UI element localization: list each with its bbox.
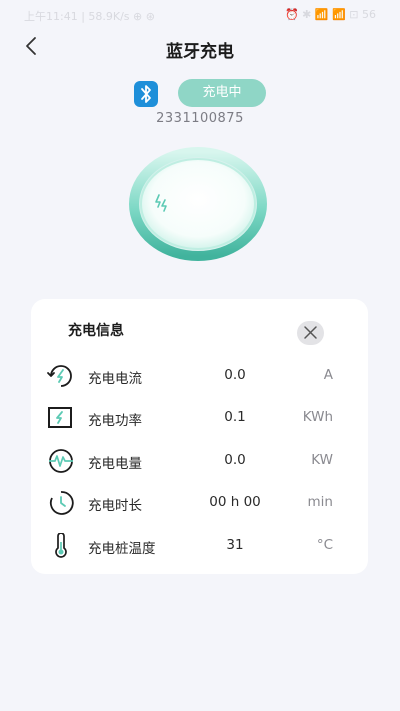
row-value: 0.0 bbox=[224, 452, 246, 468]
row-unit: KW bbox=[311, 452, 333, 468]
device-id: 2331100875 bbox=[156, 111, 244, 126]
bluetooth-icon bbox=[134, 81, 158, 107]
charging-ring bbox=[128, 145, 268, 263]
row-label: 充电电量 bbox=[88, 456, 142, 472]
row-value: 31 bbox=[226, 537, 244, 553]
close-icon bbox=[304, 326, 317, 339]
power-icon bbox=[45, 405, 77, 431]
row-value: 0.1 bbox=[224, 409, 246, 425]
row-unit: °C bbox=[316, 537, 333, 553]
card-title: 充电信息 bbox=[68, 323, 124, 339]
row-unit: min bbox=[307, 494, 333, 510]
row-value: 00 h 00 bbox=[209, 494, 261, 510]
info-row-energy: 充电电量 0.0 KW bbox=[0, 446, 400, 476]
status-bar: 上午11:41 | 58.9K/s ⊕ ⊛ ⏰ ✱ 📶 📶 ⊡ 56 bbox=[0, 0, 400, 30]
charging-status-badge: 充电中 bbox=[178, 79, 266, 107]
info-row-temperature: 充电桩温度 31 °C bbox=[0, 531, 400, 561]
energy-icon bbox=[45, 448, 77, 474]
row-unit: KWh bbox=[302, 409, 333, 425]
clock-icon bbox=[45, 490, 77, 516]
row-label: 充电功率 bbox=[88, 413, 142, 429]
lightning-icon bbox=[155, 194, 167, 212]
status-bar-right: ⏰ ✱ 📶 📶 ⊡ 56 bbox=[284, 8, 376, 21]
info-row-duration: 充电时长 00 h 00 min bbox=[0, 488, 400, 518]
close-button[interactable] bbox=[297, 321, 324, 345]
current-icon bbox=[45, 363, 77, 389]
row-label: 充电时长 bbox=[88, 498, 142, 514]
page-title: 蓝牙充电 bbox=[166, 42, 234, 62]
row-label: 充电电流 bbox=[88, 371, 142, 387]
status-bar-left: 上午11:41 | 58.9K/s ⊕ ⊛ bbox=[24, 10, 155, 23]
row-label: 充电桩温度 bbox=[88, 541, 156, 557]
row-value: 0.0 bbox=[224, 367, 246, 383]
row-unit: A bbox=[323, 367, 333, 383]
info-row-power: 充电功率 0.1 KWh bbox=[0, 403, 400, 433]
thermometer-icon bbox=[45, 532, 77, 559]
info-row-current: 充电电流 0.0 A bbox=[0, 361, 400, 391]
